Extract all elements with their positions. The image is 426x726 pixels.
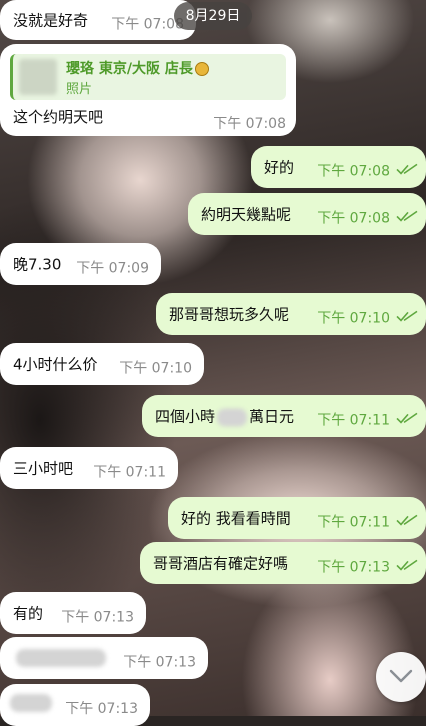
message-text: 好的 我看看時間 [181,509,291,528]
message-time: 下午 07:08 [317,163,390,180]
scroll-to-bottom-button[interactable] [376,652,426,702]
message-text: 三小时吧 [13,459,74,478]
incoming-message[interactable]: 晚7.30 下午 07:09 [0,243,161,285]
redacted-text [10,694,52,712]
double-check-icon [396,210,418,222]
incoming-message[interactable]: 没就是好奇 下午 07:08 [0,0,196,40]
message-text-part: 四個小時 [155,407,216,426]
message-time: 下午 07:13 [317,559,390,576]
reply-thumbnail [19,59,57,95]
chevron-down-icon [389,669,413,683]
outgoing-message[interactable]: 好的 我看看時間 下午 07:11 [168,497,426,539]
message-text: 这个约明天吧 [13,108,104,126]
message-time: 下午 07:13 [61,609,134,626]
incoming-reply-message[interactable]: 瓔珞 東京/大阪 店長 照片 这个约明天吧 下午 07:08 [0,44,296,136]
redacted-text [217,408,248,426]
message-time: 下午 07:09 [76,260,149,277]
message-time: 下午 07:10 [119,360,192,377]
double-check-icon [396,163,418,175]
message-text: 四個小時 萬日元 [155,406,294,427]
outgoing-message[interactable]: 那哥哥想玩多久呢 下午 07:10 [156,293,426,335]
quoted-reply[interactable]: 瓔珞 東京/大阪 店長 照片 [10,54,286,100]
redacted-text [16,649,106,667]
outgoing-message[interactable]: 四個小時 萬日元 下午 07:11 [142,395,426,437]
message-time: 下午 07:13 [65,701,138,717]
message-text: 晚7.30 [13,255,62,274]
outgoing-message[interactable]: 約明天幾點呢 下午 07:08 [188,193,426,235]
reply-attachment-label: 照片 [66,82,93,97]
message-text-part: 萬日元 [249,407,295,426]
message-time: 下午 07:08 [317,210,390,227]
message-time: 下午 07:13 [123,654,196,671]
reply-sender-name: 瓔珞 東京/大阪 店長 [66,61,193,77]
outgoing-message[interactable]: 好的 下午 07:08 [251,146,426,188]
double-check-icon [396,514,418,526]
message-text: 好的 [264,158,295,177]
double-check-icon [396,412,418,424]
message-text: 哥哥酒店有確定好嗎 [153,554,289,573]
incoming-message[interactable]: 三小时吧 下午 07:11 [0,447,178,489]
message-time: 下午 07:11 [317,412,390,429]
reply-sender: 瓔珞 東京/大阪 店長 [66,58,209,78]
message-time: 下午 07:11 [93,464,166,481]
message-text: 有的 [13,604,44,623]
incoming-message[interactable]: 4小时什么价 下午 07:10 [0,343,204,385]
date-separator: 8月29日 [174,2,252,30]
incoming-message[interactable]: 下午 07:13 [0,637,208,679]
message-time: 下午 07:11 [317,514,390,531]
incoming-message[interactable]: 有的 下午 07:13 [0,592,146,634]
double-check-icon [396,310,418,322]
message-text: 4小时什么价 [13,355,98,374]
double-check-icon [396,559,418,571]
message-text: 那哥哥想玩多久呢 [169,305,290,324]
message-text: 没就是好奇 [13,11,89,30]
incoming-message[interactable]: 下午 07:13 [0,684,150,726]
outgoing-message[interactable]: 哥哥酒店有確定好嗎 下午 07:13 [140,542,426,584]
gold-medal-icon [194,62,209,76]
message-time: 下午 07:10 [317,310,390,327]
message-time: 下午 07:08 [213,116,286,132]
message-text: 約明天幾點呢 [201,205,292,224]
